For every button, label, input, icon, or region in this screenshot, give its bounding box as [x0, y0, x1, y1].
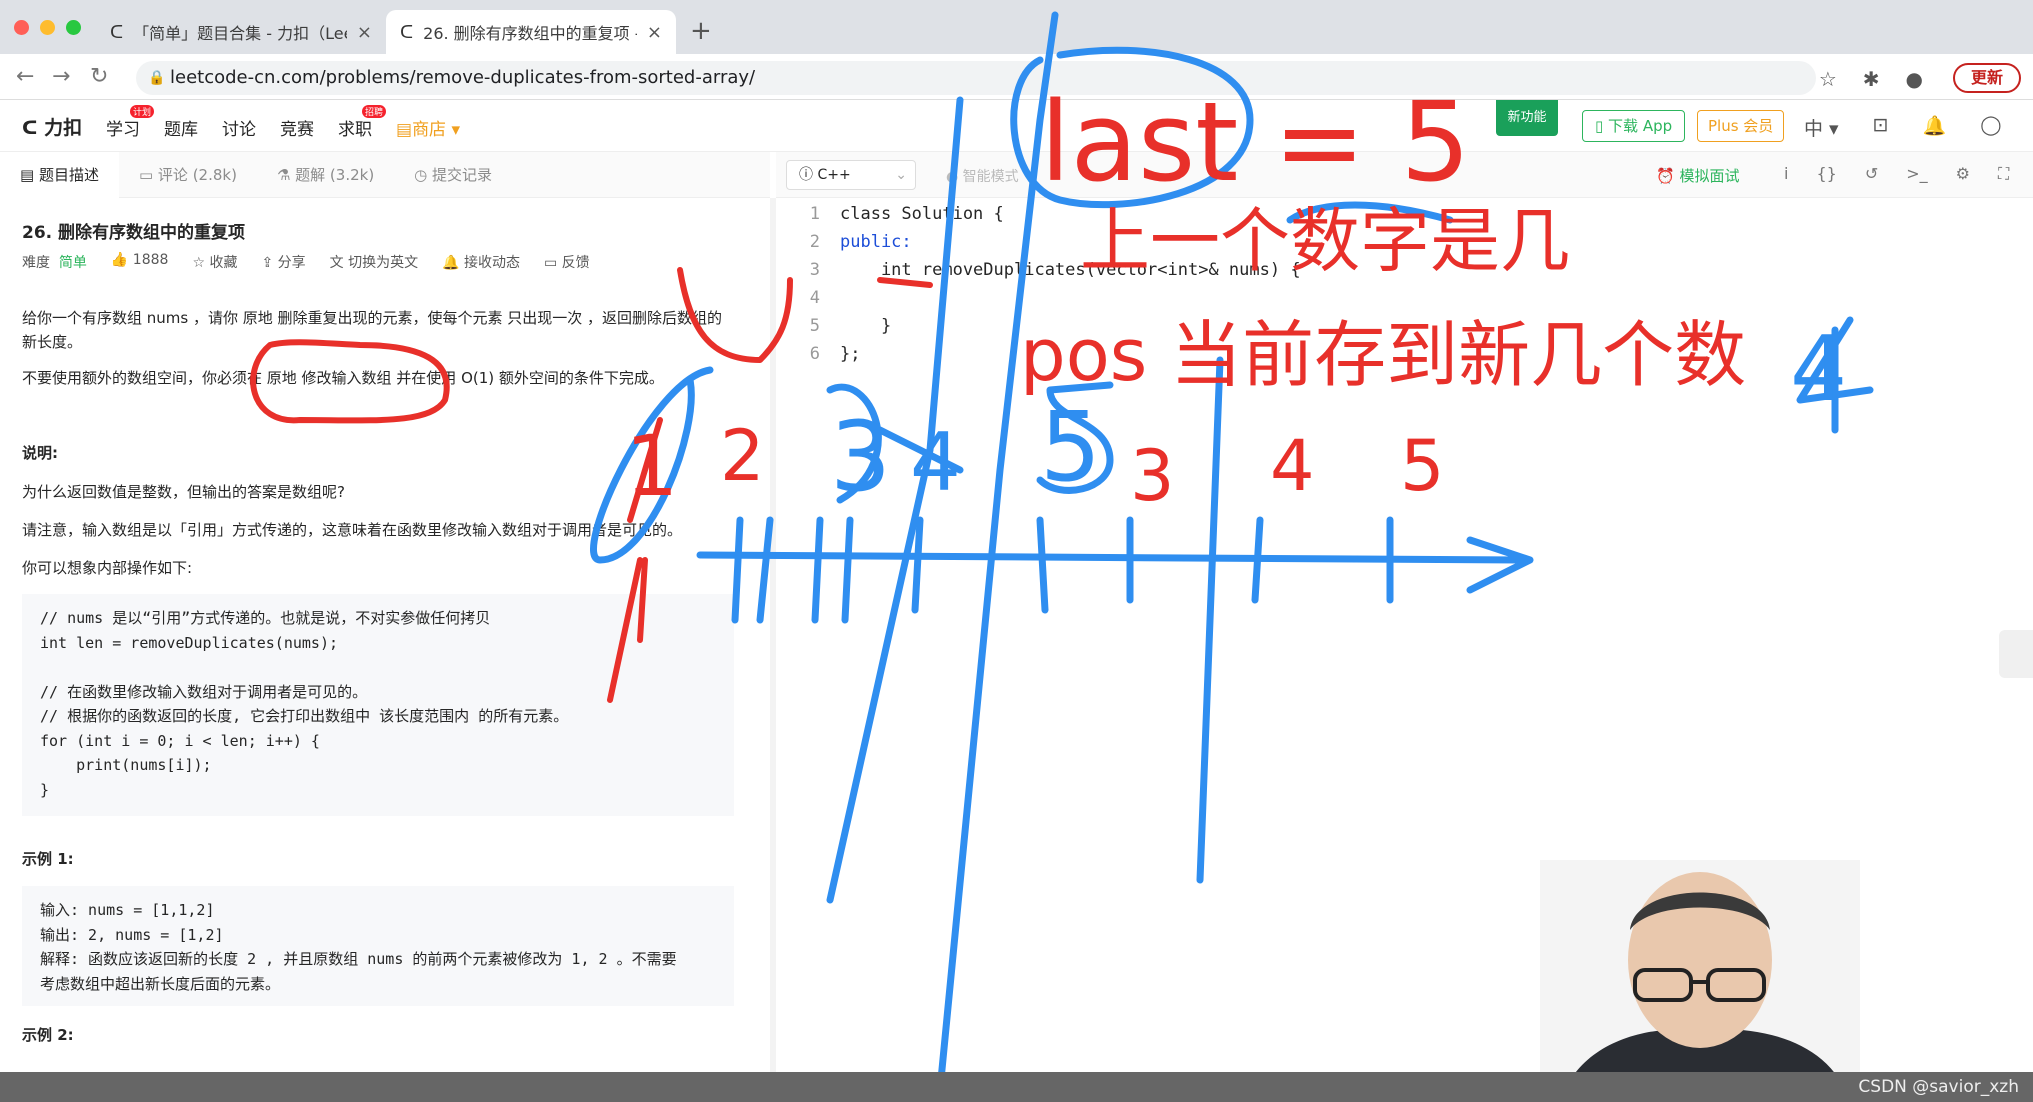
example-1-heading: 示例 1:	[22, 850, 74, 868]
video-bottom-bar	[0, 1072, 2033, 1102]
smart-mode-toggle[interactable]: ● 智能模式	[946, 166, 1019, 186]
example-1-block: 输入: nums = [1,1,2] 输出: 2, nums = [1,2] 解…	[22, 886, 734, 1006]
nav-item-store[interactable]: ▤商店 ▾	[396, 115, 460, 140]
description-paragraph-2: 不要使用额外的数组空间，你必须在 原地 修改输入数组 并在使用 O(1) 额外空…	[22, 369, 664, 387]
url-field[interactable]: 🔒 leetcode-cn.com/problems/remove-duplic…	[136, 61, 1816, 95]
side-panel-handle[interactable]	[1999, 630, 2033, 678]
bell-icon[interactable]: 🔔	[1923, 114, 1947, 141]
explain-line-2: 请注意，输入数组是以「引用」方式传递的，这意味着在函数里修改输入数组对于调用者是…	[22, 521, 683, 539]
close-window-button[interactable]	[14, 20, 29, 35]
reset-icon[interactable]: ↺	[1865, 164, 1878, 184]
console-icon[interactable]: >_	[1906, 164, 1927, 184]
problem-tabs: ▤ 题目描述 ▭ 评论 (2.8k) ⚗ 题解 (3.2k) ◷ 提交记录	[0, 152, 770, 198]
reload-icon[interactable]: ↻	[90, 64, 108, 89]
problem-title: 26. 删除有序数组中的重复项	[22, 223, 246, 243]
new-tab-icon[interactable]: +	[690, 16, 712, 46]
tab-title: 「简单」题目合集 - 力扣（Leet	[133, 24, 347, 43]
browser-tab-bar: ᑕ 「简单」题目合集 - 力扣（Leet × ᑕ 26. 删除有序数组中的重复项…	[0, 0, 2033, 54]
phone-icon: ▯	[1595, 117, 1604, 135]
leetcode-favicon-icon: ᑕ	[400, 21, 414, 43]
tab-submissions[interactable]: ◷ 提交记录	[394, 152, 512, 198]
info-icon[interactable]: i	[1784, 164, 1788, 184]
explain-heading: 说明:	[22, 444, 58, 462]
feedback-button[interactable]: ▭ 反馈	[544, 252, 590, 272]
language-select[interactable]: ⓘ C++ ⌄	[786, 160, 916, 190]
mock-interview-button[interactable]: ⏰ 模拟面试	[1656, 165, 1739, 186]
site-logo[interactable]: ᑕ 力扣	[22, 113, 82, 140]
url-text: leetcode-cn.com/problems/remove-duplicat…	[170, 67, 756, 88]
main-nav: 学习 计划 题库 讨论 竞赛 求职 招聘 ▤商店 ▾	[106, 105, 460, 140]
close-tab-icon[interactable]: ×	[647, 22, 662, 43]
code-line: 2 public:	[809, 232, 912, 252]
explain-line-1: 为什么返回数值是整数，但输出的答案是数组呢?	[22, 483, 345, 501]
nav-item-jobs[interactable]: 求职 招聘	[338, 105, 386, 140]
avatar[interactable]: ◯	[1980, 114, 2001, 141]
browser-tab-active[interactable]: ᑕ 26. 删除有序数组中的重复项 - 力 ×	[386, 10, 676, 54]
maximize-window-button[interactable]	[66, 20, 81, 35]
fullscreen-icon[interactable]: ⛶	[1998, 164, 2009, 184]
webcam-presenter	[1540, 860, 1860, 1102]
editor-icons: i {} ↺ >_ ⚙ ⛶	[1784, 164, 2009, 184]
difficulty: 难度 简单	[22, 255, 87, 271]
update-button[interactable]: 更新	[1952, 63, 2021, 93]
store-icon: ▤	[396, 120, 413, 140]
code-line: 1 class Solution {	[809, 204, 1004, 224]
tab-title: 26. 删除有序数组中的重复项 - 力	[423, 24, 637, 43]
code-line: 6};	[809, 344, 861, 364]
tab-solutions[interactable]: ⚗ 题解 (3.2k)	[257, 152, 394, 198]
header-icons: 中 ▾ ⊡ 🔔 ◯	[1804, 114, 2001, 141]
description-paragraph-1: 给你一个有序数组 nums ，请你 原地 删除重复出现的元素，使每个元素 只出现…	[22, 309, 723, 351]
braces-icon[interactable]: {}	[1816, 164, 1836, 184]
site-header: ᑕ 力扣 学习 计划 题库 讨论 竞赛 求职 招聘 ▤商店 ▾ 新功能 ▯ 下载 A…	[0, 100, 2033, 152]
explain-line-3: 你可以想象内部操作如下:	[22, 559, 193, 577]
browser-tab-inactive[interactable]: ᑕ 「简单」题目合集 - 力扣（Leet ×	[96, 10, 386, 54]
window-controls	[14, 20, 81, 35]
logo-text: 力扣	[44, 117, 83, 139]
nav-item-contest[interactable]: 竞赛	[280, 115, 314, 140]
close-tab-icon[interactable]: ×	[357, 22, 372, 43]
tab-description[interactable]: ▤ 题目描述	[0, 152, 119, 198]
like-button[interactable]: 👍 1888	[111, 252, 169, 272]
language-switch[interactable]: 中 ▾	[1804, 114, 1839, 141]
back-icon[interactable]: ←	[16, 64, 34, 89]
address-bar-row: ← → ↻ 🔒 leetcode-cn.com/problems/remove-…	[0, 54, 2033, 100]
share-button[interactable]: ⇪ 分享	[261, 252, 305, 272]
example-2-heading: 示例 2:	[22, 1026, 74, 1044]
editor-toolbar: ⓘ C++ ⌄ ● 智能模式 ⏰ 模拟面试 i {} ↺ >_ ⚙ ⛶	[776, 152, 2033, 198]
code-line: 4	[809, 288, 820, 308]
extensions-icon[interactable]: ✱	[1863, 67, 1880, 91]
lock-icon: 🔒	[148, 70, 166, 86]
watermark: CSDN @savior_xzh	[1858, 1077, 2019, 1097]
nav-item-learn[interactable]: 学习 计划	[106, 105, 154, 140]
code-sample-block: // nums 是以“引用”方式传递的。也就是说，不对实参做任何拷贝 int l…	[22, 594, 734, 816]
switch-english-button[interactable]: 文 切换为英文	[330, 252, 418, 272]
plus-member-button[interactable]: Plus 会员	[1697, 110, 1785, 142]
download-app-button[interactable]: ▯ 下载 App	[1582, 110, 1686, 142]
profile-icon[interactable]: ●	[1906, 67, 1923, 91]
code-line: 3 int removeDuplicates(vector<int>& nums…	[809, 260, 1301, 280]
favorite-button[interactable]: ☆ 收藏	[192, 252, 237, 272]
screenshot: ᑕ 「简单」题目合集 - 力扣（Leet × ᑕ 26. 删除有序数组中的重复项…	[0, 0, 2033, 1102]
nav-item-problems[interactable]: 题库	[164, 115, 198, 140]
forward-icon[interactable]: →	[52, 64, 70, 89]
bookmark-star-icon[interactable]: ☆	[1819, 67, 1837, 91]
logo-mark-icon: ᑕ	[22, 117, 38, 139]
problem-meta: 难度 简单 👍 1888 ☆ 收藏 ⇪ 分享 文 切换为英文 🔔 接收动态 ▭ …	[22, 252, 590, 272]
browser-toolbar-icons: ☆ ✱ ●	[1819, 67, 1923, 91]
minimize-window-button[interactable]	[40, 20, 55, 35]
notes-icon[interactable]: ⊡	[1873, 114, 1889, 141]
settings-gear-icon[interactable]: ⚙	[1956, 164, 1970, 184]
thumbs-up-icon: 👍	[110, 252, 129, 268]
tab-comments[interactable]: ▭ 评论 (2.8k)	[119, 152, 257, 198]
code-line: 5 }	[809, 316, 892, 336]
nav-item-discuss[interactable]: 讨论	[222, 115, 256, 140]
subscribe-button[interactable]: 🔔 接收动态	[442, 252, 520, 272]
leetcode-favicon-icon: ᑕ	[110, 21, 124, 43]
new-feature-badge[interactable]: 新功能	[1496, 100, 1558, 136]
problem-description-pane: 26. 删除有序数组中的重复项 难度 简单 👍 1888 ☆ 收藏 ⇪ 分享 文…	[0, 198, 770, 1072]
